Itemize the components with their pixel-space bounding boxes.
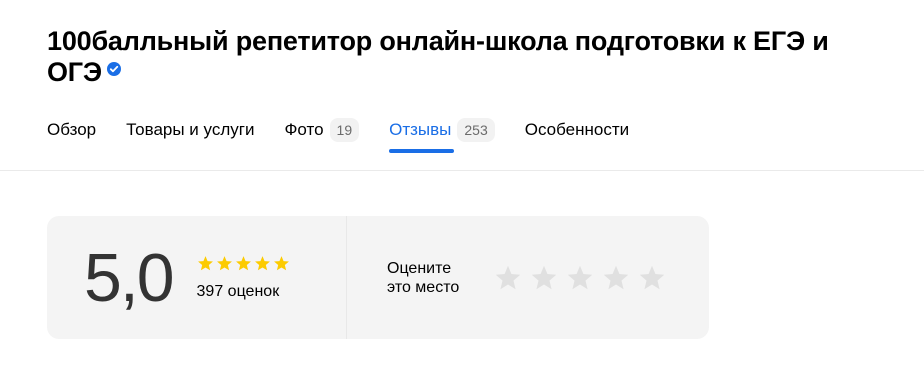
tab-reviews[interactable]: Отзывы 253 xyxy=(389,116,495,153)
verified-badge-icon xyxy=(106,62,121,76)
tab-products-services[interactable]: Товары и услуги xyxy=(126,116,254,144)
tab-label: Отзывы xyxy=(389,120,452,139)
star-empty-icon[interactable] xyxy=(566,264,594,292)
star-empty-icon[interactable] xyxy=(638,264,666,292)
tab-features[interactable]: Особенности xyxy=(525,116,629,144)
tab-bar: Обзор Товары и услуги Фото 19 Отзывы 253… xyxy=(47,116,659,156)
tab-overview[interactable]: Обзор xyxy=(47,116,96,144)
rating-value: 5,0 xyxy=(84,239,175,316)
rate-prompt-line: Оцените xyxy=(387,259,452,277)
tab-label: Особенности xyxy=(524,120,630,139)
tab-count-badge: 253 xyxy=(457,118,495,142)
tab-label: Товары и услуги xyxy=(126,120,255,139)
header-divider xyxy=(0,170,924,171)
star-filled-icon xyxy=(254,256,270,271)
rate-stars-input xyxy=(494,264,666,292)
tab-photos[interactable]: Фото 19 xyxy=(284,116,360,144)
rating-card: 5,0 397 оценок Оцените это место xyxy=(47,216,709,339)
star-filled-icon xyxy=(235,256,251,271)
page-title: 100балльный репетитор онлайн-школа подго… xyxy=(47,26,847,88)
rate-place: Оцените это место xyxy=(347,216,709,339)
star-filled-icon xyxy=(216,256,232,271)
tab-count-badge: 19 xyxy=(329,118,360,142)
tab-label: Фото xyxy=(284,120,324,139)
rate-prompt: Оцените это место xyxy=(387,259,487,297)
star-empty-icon[interactable] xyxy=(602,264,630,292)
star-empty-icon[interactable] xyxy=(494,264,522,292)
ratings-count[interactable]: 397 оценок xyxy=(197,283,290,301)
rating-meta: 397 оценок xyxy=(197,255,290,301)
page-title-text: 100балльный репетитор онлайн-школа подго… xyxy=(47,26,829,87)
star-filled-icon xyxy=(273,256,289,271)
rate-prompt-line: это место xyxy=(387,278,460,296)
star-empty-icon[interactable] xyxy=(530,264,558,292)
star-filled-icon xyxy=(197,256,213,271)
rating-summary: 5,0 397 оценок xyxy=(47,216,346,339)
rating-stars xyxy=(197,255,290,273)
tab-label: Обзор xyxy=(47,120,97,139)
